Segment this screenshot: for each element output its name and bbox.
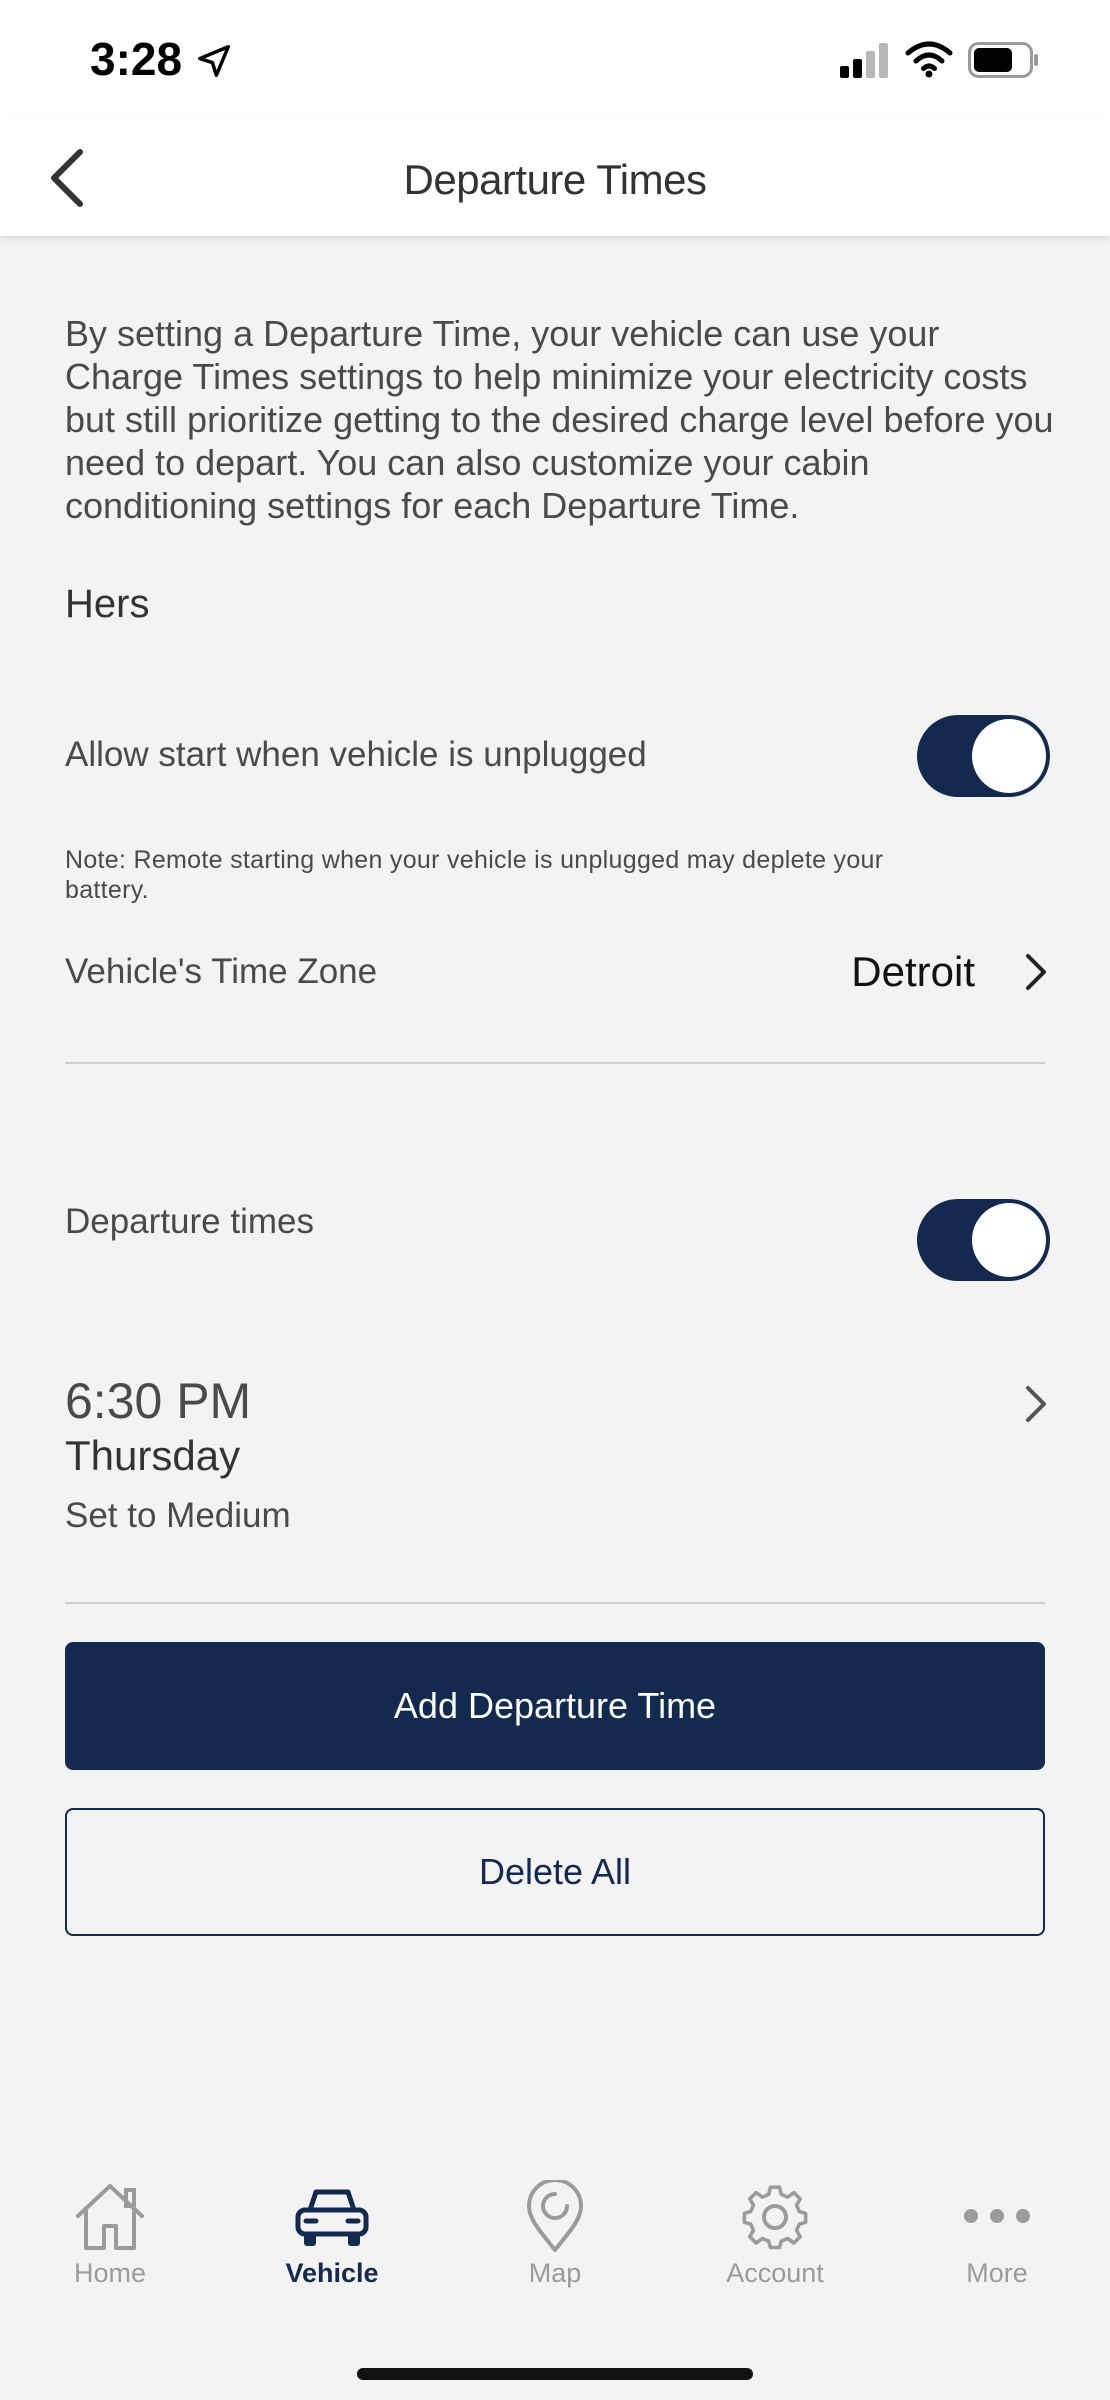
page-title: Departure Times	[403, 156, 707, 203]
tab-vehicle[interactable]: Vehicle	[242, 2180, 422, 2320]
chevron-right-icon[interactable]	[1022, 1384, 1050, 1424]
departure-times-screen: 3:28 Departure Times By setting a Depart…	[0, 0, 1110, 2400]
departure-day: Thursday	[65, 1432, 241, 1479]
tab-map[interactable]: Map	[465, 2180, 645, 2320]
tab-more[interactable]: More	[907, 2180, 1087, 2320]
car-icon	[295, 2189, 369, 2246]
divider	[65, 1602, 1045, 1604]
bottom-tab-bar: Home Vehicle Map Account More	[0, 2180, 1110, 2330]
nav-header: Departure Times	[0, 120, 1110, 236]
home-indicator	[357, 2368, 753, 2380]
departure-time[interactable]: 6:30 PM	[65, 1372, 251, 1430]
wifi-icon	[905, 41, 953, 78]
departure-times-toggle[interactable]	[917, 1199, 1050, 1281]
divider	[65, 1062, 1045, 1064]
tab-label-home: Home	[73, 2258, 147, 2288]
tab-label-account: Account	[726, 2258, 824, 2288]
time-zone-value[interactable]: Detroit	[851, 948, 975, 996]
more-icon	[964, 2209, 1030, 2223]
tab-home[interactable]: Home	[20, 2180, 200, 2320]
profile-name: Hers	[65, 582, 150, 626]
tab-label-map: Map	[528, 2258, 582, 2288]
cellular-signal-icon	[840, 43, 888, 78]
delete-all-button[interactable]: Delete All	[65, 1808, 1045, 1936]
allow-unplugged-label: Allow start when vehicle is unplugged	[65, 735, 647, 774]
map-pin-icon	[527, 2180, 583, 2252]
toggle-knob	[972, 1203, 1046, 1277]
gear-icon	[742, 2185, 808, 2250]
chevron-right-icon[interactable]	[1022, 952, 1050, 992]
tab-label-more: More	[966, 2258, 1028, 2288]
location-arrow-icon	[198, 45, 230, 77]
allow-unplugged-toggle[interactable]	[917, 715, 1050, 797]
home-icon	[76, 2184, 144, 2250]
unplugged-note: Note: Remote starting when your vehicle …	[65, 846, 884, 904]
add-departure-time-button[interactable]: Add Departure Time	[65, 1642, 1045, 1770]
battery-icon	[968, 42, 1038, 78]
status-bar: 3:28	[0, 0, 1110, 120]
status-time: 3:28	[90, 33, 183, 85]
departure-times-label: Departure times	[65, 1202, 314, 1241]
tab-account[interactable]: Account	[685, 2180, 865, 2320]
time-zone-label: Vehicle's Time Zone	[65, 952, 378, 991]
intro-description: By setting a Departure Time, your vehicl…	[65, 313, 1054, 526]
tab-label-vehicle: Vehicle	[285, 2258, 379, 2288]
toggle-knob	[972, 719, 1046, 793]
departure-level: Set to Medium	[65, 1496, 291, 1535]
